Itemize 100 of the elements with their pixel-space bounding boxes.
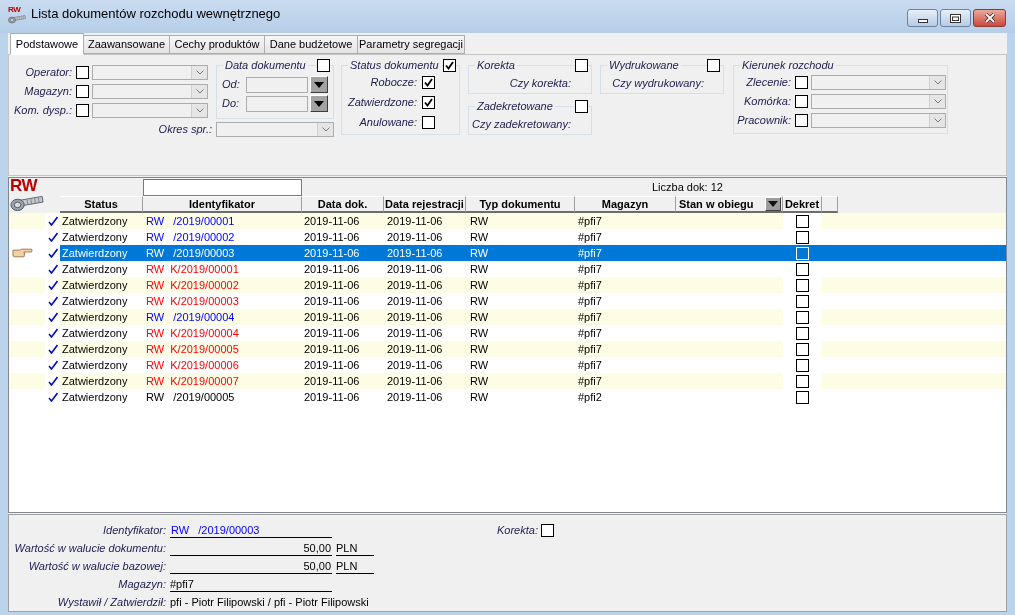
logo-text: RW [8, 6, 21, 14]
checkbox[interactable] [707, 59, 720, 72]
checkbox[interactable] [422, 76, 435, 89]
checkbox[interactable] [796, 358, 809, 372]
checkbox[interactable] [796, 310, 809, 324]
tab[interactable]: Dane budżetowe [264, 35, 358, 54]
table-cell-text: Zatwierdzony [61, 246, 129, 261]
table-row[interactable]: Zatwierdzony RW /2019/00004 2019-11-06 2019-11-06 RW #pfi7 [9, 309, 1006, 325]
checkbox[interactable] [422, 116, 435, 129]
checkbox[interactable] [575, 59, 588, 72]
checkbox[interactable] [796, 294, 809, 308]
tab[interactable]: Parametry segregacji [357, 35, 465, 54]
identifier-value[interactable]: RW /2019/00003 [170, 522, 332, 538]
table-row[interactable]: Zatwierdzony RW /2019/00001 2019-11-06 2019-11-06 RW #pfi7 [9, 213, 1006, 229]
checkbox[interactable] [796, 326, 809, 340]
table-cell-text: #pfi7 [577, 262, 603, 277]
column-header[interactable]: Identyfikator [143, 196, 302, 213]
table-cell-text: RW [469, 326, 490, 341]
checkbox[interactable] [796, 230, 809, 244]
table-row[interactable]: Zatwierdzony RW K/2019/00005 2019-11-06 2019-11-06 RW #pfi7 [9, 341, 1006, 357]
document-count: Liczba dok: 12 [652, 181, 723, 194]
dropdown-field[interactable] [811, 113, 946, 128]
caret-down-icon [768, 201, 778, 207]
table-cell-text: RW [469, 390, 490, 405]
date-picker-button[interactable] [310, 76, 328, 93]
table-cell-text: 2019-11-06 [386, 374, 444, 389]
checkbox[interactable] [796, 374, 809, 388]
column-header[interactable]: Stan w obiegu [676, 196, 783, 213]
checkbox[interactable] [76, 104, 89, 117]
column-header[interactable]: Dekret [783, 196, 822, 213]
dropdown-field[interactable] [811, 94, 946, 109]
column-filter-button[interactable] [765, 197, 781, 211]
table-row[interactable]: Zatwierdzony RW K/2019/00007 2019-11-06 2019-11-06 RW #pfi7 [9, 373, 1006, 389]
checkmark-icon [47, 360, 58, 370]
table-cell-text: 2019-11-06 [386, 390, 444, 405]
checkbox[interactable] [796, 214, 809, 228]
tab[interactable]: Podstawowe [10, 33, 84, 55]
table-cell-text: 2019-11-06 [303, 262, 361, 277]
checkbox[interactable] [76, 85, 89, 98]
checkbox[interactable] [443, 59, 456, 72]
checkbox[interactable] [796, 278, 809, 292]
table-row[interactable]: Zatwierdzony RW /2019/00003 2019-11-06 2019-11-06 RW #pfi7 [9, 245, 1006, 261]
tab[interactable]: Zaawansowane [83, 35, 170, 54]
field-label: Operator: [24, 66, 72, 79]
group-title: Zadekretowane [476, 100, 554, 113]
field-label: Kom. dysp.: [12, 104, 72, 117]
field-label: Od: [222, 78, 241, 91]
table-cell-text: RW [469, 374, 490, 389]
checkmark-icon [47, 328, 58, 338]
column-header[interactable]: Magazyn [575, 196, 676, 213]
dropdown-field[interactable] [92, 103, 208, 118]
chevron-down-icon [933, 80, 942, 85]
column-header[interactable]: Typ dokumentu [466, 196, 575, 213]
checkbox[interactable] [422, 96, 435, 109]
column-header[interactable]: Data dok. [302, 196, 384, 213]
maximize-button[interactable] [940, 9, 971, 27]
column-header[interactable]: Data rejestracji [384, 196, 466, 213]
dropdown-field[interactable] [92, 84, 208, 99]
window-title: Lista dokumentów rozchodu wewnętrznego [31, 6, 281, 21]
column-header[interactable]: Status [60, 196, 143, 213]
chevron-down-icon [933, 99, 942, 104]
date-field[interactable] [246, 76, 308, 93]
currency-value: PLN [336, 540, 374, 556]
checkbox[interactable] [540, 523, 554, 537]
table-cell-text: 2019-11-06 [386, 342, 444, 357]
checkmark-icon [424, 98, 433, 107]
checkmark-icon [47, 280, 58, 290]
table-cell-text: #pfi2 [577, 390, 603, 405]
checkbox[interactable] [795, 114, 808, 127]
field-label: Czy zadekretowany: [471, 118, 571, 131]
checkbox[interactable] [796, 342, 809, 356]
close-button[interactable] [973, 9, 1006, 27]
checkbox[interactable] [76, 66, 89, 79]
field-label: Komórka: [743, 95, 791, 108]
checkbox[interactable] [796, 390, 809, 404]
checkbox[interactable] [795, 76, 808, 89]
group-title: Data dokumentu [224, 59, 307, 72]
date-picker-button[interactable] [310, 95, 328, 112]
table-cell-text: RW K/2019/00003 [145, 294, 240, 309]
table-cell-text: #pfi7 [577, 326, 603, 341]
field-label: Korekta: [497, 523, 538, 537]
dropdown-field[interactable] [216, 122, 334, 137]
table-cell-text: #pfi7 [577, 310, 603, 325]
dropdown-field[interactable] [811, 75, 946, 90]
table-cell-text: RW /2019/00003 [145, 246, 236, 261]
group-title: Kierunek rozchodu [741, 59, 835, 72]
date-field[interactable] [246, 95, 308, 112]
tab[interactable]: Cechy produktów [169, 35, 265, 54]
table-cell-text: RW K/2019/00007 [145, 374, 240, 389]
table-row[interactable]: Zatwierdzony RW K/2019/00002 2019-11-06 2019-11-06 RW #pfi7 [9, 277, 1006, 293]
checkbox[interactable] [795, 95, 808, 108]
search-field[interactable] [143, 179, 302, 196]
checkbox[interactable] [796, 262, 809, 276]
dropdown-field[interactable] [92, 65, 208, 80]
checkbox[interactable] [317, 59, 330, 72]
field-label: Zatwierdzone: [347, 96, 417, 109]
checkbox[interactable] [575, 100, 588, 113]
minimize-button[interactable] [907, 9, 938, 27]
table-cell-text: 2019-11-06 [386, 262, 444, 277]
checkmark-icon [445, 61, 454, 70]
